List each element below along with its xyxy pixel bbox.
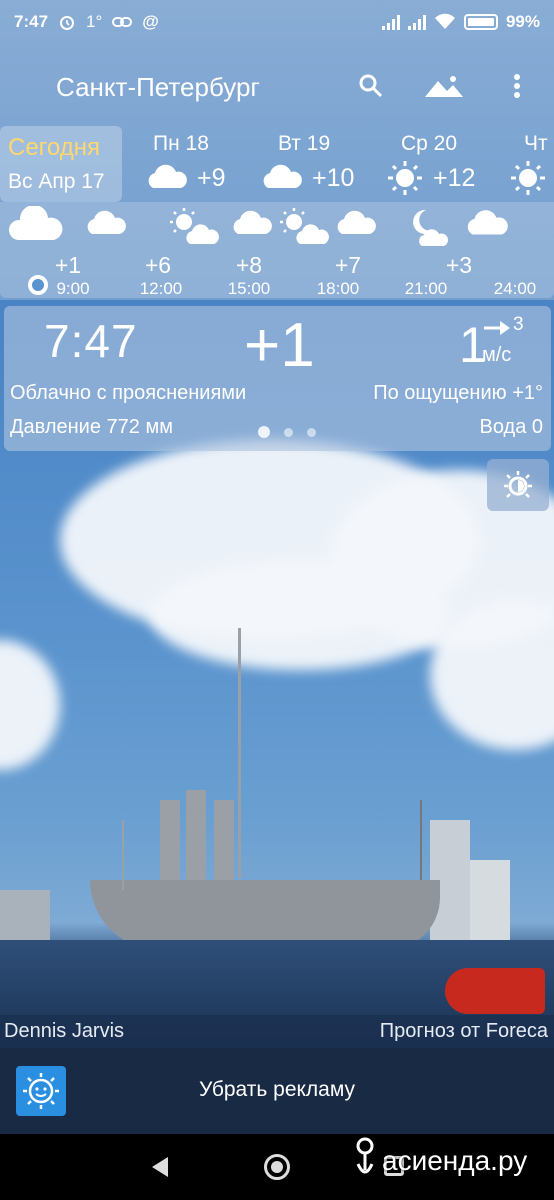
hour-time: 24:00 bbox=[493, 279, 537, 298]
photo-author[interactable]: Dennis Jarvis bbox=[4, 1020, 124, 1043]
today-label: Сегодня bbox=[8, 134, 100, 161]
battery-icon bbox=[463, 14, 498, 30]
day-temp: +10 bbox=[312, 164, 355, 192]
hour-time: 9:00 bbox=[56, 279, 90, 298]
page-indicator bbox=[258, 426, 316, 438]
cloud-icon bbox=[263, 164, 302, 188]
sun-partial-icon bbox=[504, 471, 532, 498]
hour-time: 21:00 bbox=[404, 279, 448, 298]
current-conditions-card[interactable]: 7:47 +1 1 3 м/с Облачно с прояснениями П… bbox=[4, 306, 551, 451]
today-date: Вс Апр 17 bbox=[8, 170, 105, 193]
day-item[interactable]: Ср 20 +12 bbox=[385, 126, 495, 202]
current-temp: +1 bbox=[244, 311, 315, 380]
hour-temp: +8 bbox=[235, 252, 263, 278]
sun-icon bbox=[388, 161, 422, 195]
day-name: Пн 18 bbox=[153, 132, 209, 155]
day-name: Вт 19 bbox=[278, 132, 331, 155]
day-today[interactable]: Сегодня Вс Апр 17 bbox=[0, 126, 122, 202]
sun-icon bbox=[511, 161, 545, 195]
cloud-icon bbox=[233, 210, 272, 234]
notif-temp: 1° bbox=[86, 12, 103, 31]
pressure: Давление 772 мм bbox=[10, 416, 173, 438]
watermark-text: асиенда.ру bbox=[382, 1145, 528, 1176]
water-temp: Вода 0 bbox=[479, 416, 544, 438]
cloud-icon bbox=[337, 210, 376, 234]
cloud-icon bbox=[9, 206, 63, 240]
signal-icon-2 bbox=[407, 14, 426, 30]
hour-temp: +7 bbox=[334, 252, 362, 278]
hour-time: 15:00 bbox=[227, 279, 271, 298]
partly-cloudy-icon bbox=[170, 208, 219, 244]
home-icon[interactable] bbox=[264, 1154, 290, 1180]
wind-direction-icon bbox=[484, 321, 510, 335]
back-icon[interactable] bbox=[150, 1156, 170, 1178]
current-time: 7:47 bbox=[44, 315, 138, 367]
status-time: 7:47 bbox=[14, 12, 49, 31]
hour-temp: +3 bbox=[445, 252, 473, 278]
at-icon: @ bbox=[142, 12, 159, 31]
signal-icon bbox=[381, 14, 400, 30]
cloud-icon bbox=[148, 164, 187, 188]
search-icon[interactable] bbox=[354, 69, 388, 103]
remove-ads-label[interactable]: Убрать рекламу bbox=[0, 1078, 554, 1102]
sun-info-button[interactable] bbox=[487, 459, 549, 511]
hour-time: 18:00 bbox=[316, 279, 360, 298]
wifi-icon bbox=[434, 13, 455, 29]
wind-unit: м/с bbox=[482, 344, 512, 366]
alarm-icon bbox=[60, 16, 75, 30]
daily-forecast[interactable]: Сегодня Вс Апр 17 Пн 18 +9 Вт 19 +10 Ср … bbox=[0, 126, 554, 202]
watermark-logo-icon bbox=[356, 1137, 374, 1174]
battery-level: 99% bbox=[505, 12, 540, 31]
cloud-icon bbox=[467, 210, 508, 235]
link-icon bbox=[112, 17, 133, 27]
app-toolbar: Санкт-Петербург bbox=[0, 55, 554, 115]
day-name: Чт bbox=[524, 132, 548, 155]
cloud-icon bbox=[87, 210, 126, 234]
moon-cloud-icon bbox=[413, 209, 448, 246]
forecast-provider[interactable]: Прогноз от Foreca bbox=[380, 1020, 548, 1043]
landscape-icon[interactable] bbox=[422, 69, 466, 103]
day-temp: +9 bbox=[197, 164, 226, 192]
day-item[interactable]: Вт 19 +10 bbox=[260, 126, 380, 202]
weather-description: Облачно с прояснениями bbox=[10, 382, 247, 404]
hour-temp: +1 bbox=[54, 252, 82, 278]
day-item[interactable]: Чт bbox=[508, 126, 554, 202]
day-name: Ср 20 bbox=[401, 132, 458, 155]
current-hour-marker bbox=[28, 275, 48, 295]
more-menu-icon[interactable] bbox=[500, 69, 534, 103]
feels-like: По ощущению +1° bbox=[373, 382, 543, 404]
city-title[interactable]: Санкт-Петербург bbox=[56, 72, 260, 103]
hour-temp: +6 bbox=[144, 252, 172, 278]
hourly-forecast[interactable]: +1 +6 +8 +7 +3 9:00 12:00 15:00 18:00 21… bbox=[0, 202, 554, 298]
partly-cloudy-icon bbox=[280, 208, 329, 244]
day-item[interactable]: Пн 18 +9 bbox=[145, 126, 260, 202]
remove-ads-bar[interactable]: Убрать рекламу bbox=[0, 1048, 554, 1134]
day-temp: +12 bbox=[433, 164, 476, 192]
status-bar: 7:47 1° @ 99% bbox=[0, 0, 554, 44]
watermark: асиенда.ру bbox=[352, 1136, 527, 1186]
wind-gust: 3 bbox=[513, 314, 524, 335]
hour-time: 12:00 bbox=[139, 279, 183, 298]
credit-bar: Dennis Jarvis Прогноз от Foreca bbox=[0, 1015, 554, 1048]
